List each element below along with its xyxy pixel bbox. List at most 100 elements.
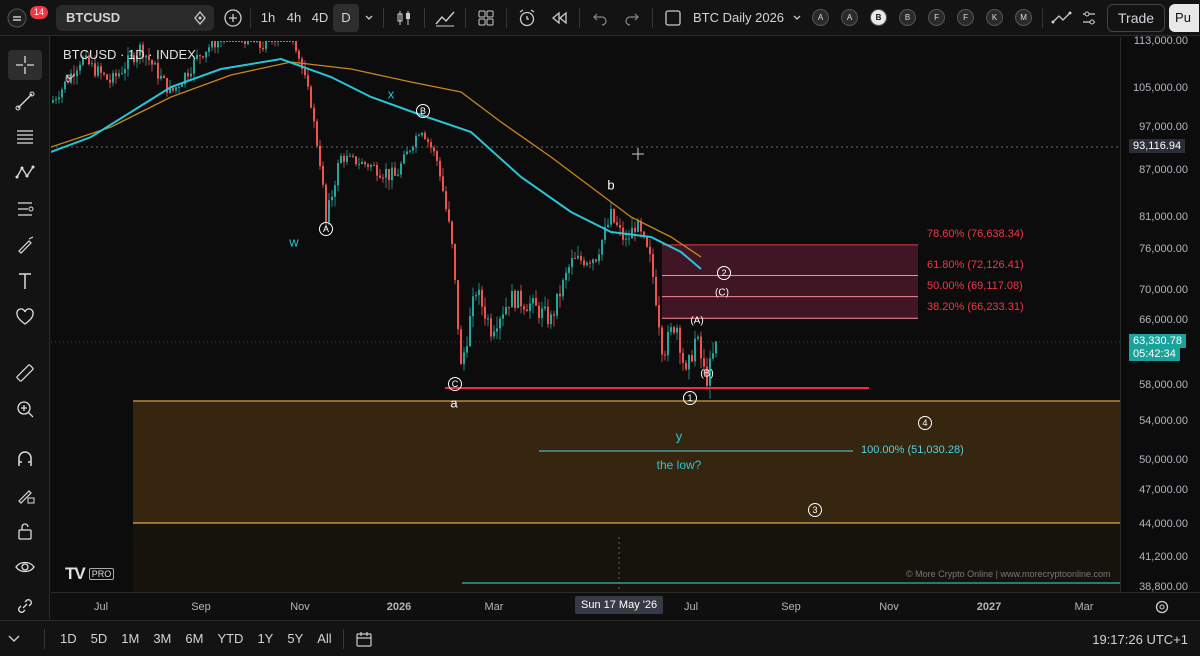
lock-tool[interactable] — [8, 516, 42, 546]
candle-body — [343, 155, 345, 162]
indicators-button[interactable] — [429, 4, 461, 32]
hotkey-b1-button[interactable]: B — [870, 9, 888, 26]
main-menu-button[interactable]: 14 — [0, 4, 49, 32]
axis-settings-button[interactable] — [1154, 599, 1170, 620]
range-ytd[interactable]: YTD — [210, 627, 250, 651]
trendline-tool[interactable] — [8, 86, 42, 116]
compare-symbol-icon[interactable] — [192, 10, 208, 26]
wave-circle-a: A — [319, 222, 333, 236]
interval-1h[interactable]: 1h — [255, 4, 281, 32]
candle-body — [568, 267, 570, 273]
candle-body — [511, 290, 513, 308]
goto-date-button[interactable] — [348, 625, 380, 653]
candle-body — [241, 41, 243, 42]
range-1y[interactable]: 1Y — [250, 627, 280, 651]
add-symbol-button[interactable] — [220, 4, 246, 32]
zoom-tool[interactable] — [8, 394, 42, 424]
redo-button[interactable] — [616, 4, 648, 32]
undo-button[interactable] — [584, 4, 616, 32]
trade-button[interactable]: Trade — [1107, 3, 1166, 32]
pattern-tool[interactable] — [8, 158, 42, 188]
price-tick: 81,000.00 — [1139, 211, 1188, 223]
ideas-button[interactable] — [1047, 4, 1077, 32]
candle-body — [631, 227, 633, 239]
forecast-tool[interactable] — [8, 194, 42, 224]
bottom-toolbar: 1D 5D 1M 3M 6M YTD 1Y 5Y All 19:17:26 UT… — [0, 620, 1200, 656]
layout-checkbox[interactable] — [657, 4, 689, 32]
hotkey-a2-button[interactable]: A — [841, 9, 859, 26]
candle-body — [700, 336, 702, 359]
alert-button[interactable] — [511, 4, 543, 32]
interval-4h[interactable]: 4h — [281, 4, 307, 32]
favorites-tool[interactable] — [8, 302, 42, 332]
candle-body — [613, 208, 615, 223]
range-5y[interactable]: 5Y — [280, 627, 310, 651]
measure-tool[interactable] — [8, 358, 42, 388]
candle-body — [520, 290, 522, 307]
range-5d[interactable]: 5D — [84, 627, 115, 651]
candles-icon — [397, 10, 410, 25]
clock[interactable]: 19:17:26 UTC+1 — [1092, 632, 1188, 647]
range-all[interactable]: All — [310, 627, 338, 651]
legend-collapse[interactable]: 6 — [65, 73, 75, 85]
stay-drawing-tool[interactable] — [8, 480, 42, 510]
symbol-search[interactable]: BTCUSD — [56, 4, 214, 31]
hotkey-m-button[interactable]: M — [1015, 9, 1033, 26]
range-1m[interactable]: 1M — [114, 627, 146, 651]
hotkey-b2-button[interactable]: B — [899, 9, 917, 26]
candle-body — [115, 73, 117, 77]
candle-body — [628, 238, 630, 240]
range-6m[interactable]: 6M — [178, 627, 210, 651]
collapse-panel-button[interactable] — [2, 625, 26, 653]
layout-name[interactable]: BTC Daily 2026 — [689, 4, 788, 32]
chart-pane[interactable]: BTCUSD · 1D · INDEX 6 w x b a y A B C 1 … — [51, 37, 1120, 592]
hotkey-f2-button[interactable]: F — [957, 9, 975, 26]
candle-body — [418, 135, 420, 137]
fib-tool[interactable] — [8, 122, 42, 152]
templates-button[interactable] — [470, 4, 502, 32]
price-axis[interactable]: 113,000.00 105,000.00 97,000.00 87,000.0… — [1120, 35, 1200, 593]
brush-tool[interactable] — [8, 230, 42, 260]
chevron-down-icon — [793, 15, 801, 20]
settings-button[interactable] — [1077, 4, 1101, 32]
time-axis[interactable]: Jul Sep Nov 2026 Mar Jul Sep Nov 2027 Ma… — [51, 592, 1200, 620]
candle-body — [121, 73, 123, 75]
candle-body — [175, 87, 177, 91]
hotkey-a1-button[interactable]: A — [812, 9, 830, 26]
hide-drawings-tool[interactable] — [8, 552, 42, 582]
link-tool[interactable] — [8, 591, 42, 621]
price-tick: 50,000.00 — [1139, 454, 1188, 466]
fib-label-786: 78.60% (76,638.34) — [927, 228, 1024, 240]
candle-body — [466, 346, 468, 353]
time-tick: 2026 — [386, 601, 412, 613]
magnet-tool[interactable] — [8, 444, 42, 474]
chart-canvas[interactable] — [51, 37, 1120, 592]
interval-4d[interactable]: 4D — [307, 4, 333, 32]
crosshair-tool[interactable] — [8, 50, 42, 80]
replay-button[interactable] — [543, 4, 575, 32]
candle-body — [646, 237, 648, 247]
candle-body — [61, 89, 63, 98]
range-1d[interactable]: 1D — [53, 627, 84, 651]
wave-circle-4: 4 — [918, 416, 932, 430]
hotkey-f1-button[interactable]: F — [928, 9, 946, 26]
layout-dropdown[interactable] — [788, 4, 806, 32]
interval-d[interactable]: D — [333, 3, 359, 32]
tradingview-logo[interactable]: TV PRO — [65, 564, 115, 584]
candle-body — [358, 163, 360, 165]
text-tool[interactable] — [8, 266, 42, 296]
interval-dropdown[interactable] — [359, 4, 379, 32]
publish-button[interactable]: Pu — [1169, 3, 1200, 32]
candle-body — [619, 225, 621, 228]
ruler-icon — [16, 364, 34, 382]
fast-moving-average — [51, 57, 702, 270]
range-3m[interactable]: 3M — [146, 627, 178, 651]
chart-type-button[interactable] — [388, 4, 420, 32]
candle-body — [223, 41, 225, 42]
candle-body — [487, 318, 489, 320]
chart-legend[interactable]: BTCUSD · 1D · INDEX — [63, 47, 196, 62]
hotkey-k-button[interactable]: K — [986, 9, 1004, 26]
magnet-icon — [18, 451, 32, 466]
candle-body — [187, 72, 189, 77]
candle-body — [535, 298, 537, 306]
